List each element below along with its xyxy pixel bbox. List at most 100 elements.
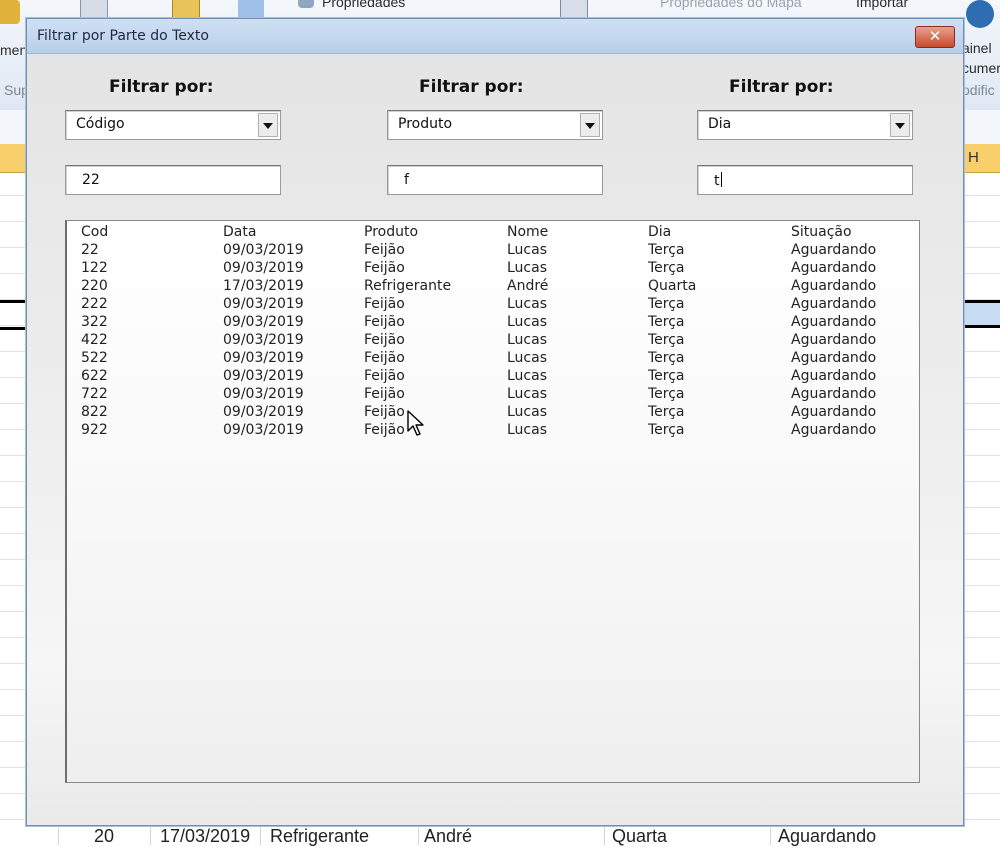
results-listbox[interactable]: Cod Data Produto Nome Dia Situação 22 09/… — [65, 220, 920, 783]
pencil-icon[interactable] — [238, 0, 264, 20]
list-item[interactable]: 22 09/03/2019 Feijão Lucas Terça Aguardando — [67, 242, 917, 260]
list-item[interactable]: 220 17/03/2019 Refrigerante André Quarta Agua… — [67, 278, 917, 296]
list-cell: 22 — [81, 242, 99, 258]
list-cell: 522 — [81, 350, 108, 366]
sheet-cell[interactable]: Aguardando — [778, 826, 876, 847]
list-item[interactable]: 322 09/03/2019 Feijão Lucas Terça Aguardando — [67, 314, 917, 332]
list-cell: Feijão — [364, 422, 405, 438]
filter-label-3: Filtrar por: — [729, 77, 834, 97]
list-cell: Terça — [648, 386, 685, 402]
ribbon-fragment-right-2: cumer — [962, 60, 1000, 76]
list-cell: Lucas — [507, 422, 547, 438]
sheet-cell[interactable]: Refrigerante — [270, 826, 369, 847]
list-cell: Lucas — [507, 386, 547, 402]
column-header-h[interactable]: H — [962, 144, 1000, 173]
list-cell: 822 — [81, 404, 108, 420]
list-cell: 09/03/2019 — [223, 350, 304, 366]
list-item[interactable]: 622 09/03/2019 Feijão Lucas Terça Aguardando — [67, 368, 917, 386]
list-item[interactable]: 822 09/03/2019 Feijão Lucas Terça Aguardando — [67, 404, 917, 422]
list-cell: Aguardando — [791, 350, 877, 366]
list-header: Data — [223, 224, 257, 240]
gear-icon[interactable] — [0, 0, 20, 24]
list-cell: Feijão — [364, 242, 405, 258]
list-cell: Aguardando — [791, 242, 877, 258]
list-header: Nome — [507, 224, 549, 240]
import-button[interactable]: Importar — [856, 0, 908, 10]
list-cell: Lucas — [507, 332, 547, 348]
list-cell: Aguardando — [791, 260, 877, 276]
sheet-cell[interactable]: 17/03/2019 — [160, 826, 250, 847]
filter-combo-1[interactable]: Código — [65, 110, 281, 140]
list-cell: 17/03/2019 — [223, 278, 304, 294]
sheet-cell[interactable]: Quarta — [612, 826, 667, 847]
filter-text-2[interactable]: f — [387, 165, 603, 195]
close-button[interactable]: ✕ — [915, 26, 955, 48]
list-cell: 222 — [81, 296, 108, 312]
list-cell: Terça — [648, 368, 685, 384]
list-cell: 09/03/2019 — [223, 368, 304, 384]
dialog-title: Filtrar por Parte do Texto — [37, 28, 209, 44]
list-cell: Terça — [648, 260, 685, 276]
chevron-down-icon[interactable] — [580, 113, 600, 137]
filter-combo-2-value: Produto — [398, 116, 453, 132]
filter-combo-2[interactable]: Produto — [387, 110, 603, 140]
list-cell: Feijão — [364, 314, 405, 330]
list-cell: Terça — [648, 404, 685, 420]
filter-dialog: Filtrar por Parte do Texto ✕ Filtrar por… — [26, 18, 964, 826]
list-cell: Feijão — [364, 332, 405, 348]
list-cell: Aguardando — [791, 278, 877, 294]
list-cell: 09/03/2019 — [223, 260, 304, 276]
filter-text-1[interactable]: 22 — [65, 165, 281, 195]
filter-combo-3[interactable]: Dia — [697, 110, 913, 140]
list-cell: 09/03/2019 — [223, 314, 304, 330]
filter-text-1-value: 22 — [82, 172, 100, 188]
list-cell: 622 — [81, 368, 108, 384]
list-cell: Terça — [648, 332, 685, 348]
list-cell: Lucas — [507, 242, 547, 258]
list-item[interactable]: 922 09/03/2019 Feijão Lucas Terça Aguardando — [67, 422, 917, 440]
list-item[interactable]: 522 09/03/2019 Feijão Lucas Terça Aguardando — [67, 350, 917, 368]
list-cell: 122 — [81, 260, 108, 276]
table-icon[interactable] — [560, 0, 588, 20]
list-cell: Lucas — [507, 296, 547, 312]
list-item[interactable]: 122 09/03/2019 Feijão Lucas Terça Aguardando — [67, 260, 917, 278]
column-header-left[interactable] — [0, 144, 27, 173]
properties-icon[interactable] — [298, 0, 314, 8]
list-cell: Feijão — [364, 368, 405, 384]
sheet-border-left-2 — [0, 327, 26, 330]
list-item[interactable]: 222 09/03/2019 Feijão Lucas Terça Aguardando — [67, 296, 917, 314]
list-cell: Feijão — [364, 260, 405, 276]
sheet-cell[interactable]: André — [424, 826, 472, 847]
list-cell: Aguardando — [791, 386, 877, 402]
properties-button[interactable]: Propriedades — [322, 0, 405, 10]
list-cell: 09/03/2019 — [223, 404, 304, 420]
list-cell: Aguardando — [791, 296, 877, 312]
list-cell: Quarta — [648, 278, 697, 294]
sheet-cell[interactable]: 20 — [94, 826, 114, 847]
chevron-down-icon[interactable] — [258, 113, 278, 137]
list-item[interactable]: 722 09/03/2019 Feijão Lucas Terça Aguardando — [67, 386, 917, 404]
list-item[interactable]: 422 09/03/2019 Feijão Lucas Terça Aguardando — [67, 332, 917, 350]
column-h-label: H — [968, 149, 979, 166]
filter-text-3-text: t — [714, 173, 720, 189]
list-cell: Terça — [648, 350, 685, 366]
list-cell: Aguardando — [791, 422, 877, 438]
ribbon-fragment-right-1: ainel — [962, 40, 992, 56]
selected-cell[interactable] — [962, 303, 1000, 325]
list-cell: Refrigerante — [364, 278, 452, 294]
list-cell: Terça — [648, 242, 685, 258]
dialog-title-bar[interactable]: Filtrar por Parte do Texto ✕ — [27, 19, 963, 54]
filter-text-3[interactable]: t — [697, 165, 913, 195]
list-cell: 722 — [81, 386, 108, 402]
list-cell: 422 — [81, 332, 108, 348]
map-properties-button[interactable]: Propriedades do Mapa — [660, 0, 802, 10]
close-icon: ✕ — [928, 27, 942, 45]
list-cell: 09/03/2019 — [223, 386, 304, 402]
list-cell: 09/03/2019 — [223, 296, 304, 312]
info-icon[interactable] — [966, 0, 994, 28]
list-cell: Terça — [648, 314, 685, 330]
list-cell: 922 — [81, 422, 108, 438]
filter-text-3-value: t — [714, 172, 722, 189]
list-cell: André — [507, 278, 549, 294]
chevron-down-icon[interactable] — [890, 113, 910, 137]
